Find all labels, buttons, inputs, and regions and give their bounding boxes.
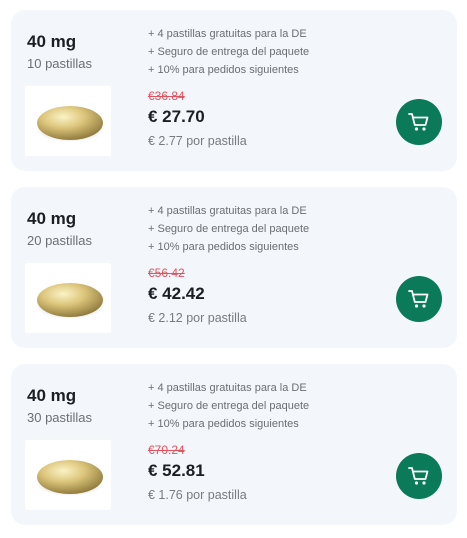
pill-icon [36,460,104,496]
benefits-list: + 4 pastillas gratuitas para la DE + Seg… [148,379,309,433]
benefit-item: + 4 pastillas gratuitas para la DE [148,382,307,394]
benefit-item: + Seguro de entrega del paquete [148,223,310,235]
pill-image [25,263,111,333]
add-to-cart-button[interactable] [396,99,442,145]
price: € 52.81 [148,461,205,480]
price-per-pill: € 1.76 por pastilla [148,488,247,502]
benefits-list: + 4 pastillas gratuitas para la DE + Seg… [148,25,309,79]
cart-icon [408,290,429,308]
pill-icon [36,283,104,319]
product-count: 20 pastillas [27,233,93,248]
benefit-item: + 10% para pedidos siguientes [148,64,299,76]
pill-image [25,440,111,510]
benefit-item: + 10% para pedidos siguientes [148,418,299,430]
price: € 42.42 [148,284,205,303]
benefit-item: + Seguro de entrega del paquete [148,46,310,58]
product-card-20: 40 mg 20 pastillas + 4 pastillas gratuit… [11,187,457,348]
product-card-30: 40 mg 30 pastillas + 4 pastillas gratuit… [11,364,457,525]
product-dose: 40 mg [27,32,77,51]
old-price: €56.42 [148,266,185,280]
price-per-pill: € 2.77 por pastilla [148,134,247,148]
cart-icon [408,467,429,485]
benefit-item: + Seguro de entrega del paquete [148,400,310,412]
price: € 27.70 [148,107,205,126]
add-to-cart-button[interactable] [396,453,442,499]
product-count: 30 pastillas [27,410,93,425]
pill-image [25,86,111,156]
benefit-item: + 4 pastillas gratuitas para la DE [148,28,307,40]
price-per-pill: € 2.12 por pastilla [148,311,247,325]
add-to-cart-button[interactable] [396,276,442,322]
cart-icon [408,113,429,131]
product-dose: 40 mg [27,209,77,228]
pill-icon [36,106,104,142]
old-price: €70.24 [148,443,185,457]
old-price: €36.84 [148,89,185,103]
benefit-item: + 10% para pedidos siguientes [148,241,299,253]
product-count: 10 pastillas [27,56,93,71]
product-card-10: 40 mg 10 pastillas + 4 pastillas gratuit… [11,10,457,171]
benefit-item: + 4 pastillas gratuitas para la DE [148,205,307,217]
benefits-list: + 4 pastillas gratuitas para la DE + Seg… [148,202,309,256]
product-dose: 40 mg [27,386,77,405]
